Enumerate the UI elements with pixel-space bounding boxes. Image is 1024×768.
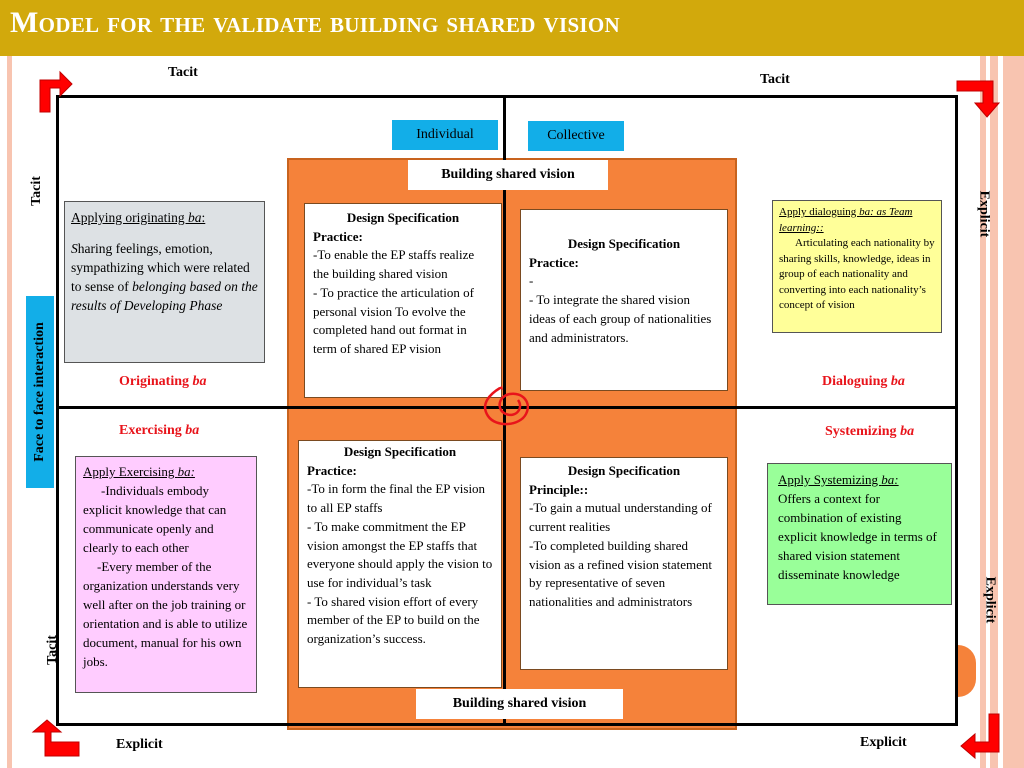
orange-semicircle	[958, 645, 976, 697]
collective-tag: Collective	[528, 121, 624, 151]
systemizing-text: Systemizing	[825, 424, 901, 439]
originating-ba: ba	[192, 374, 207, 389]
dialoguing-ba-label: Dialoguing ba	[822, 374, 905, 390]
red-spiral-annotation-icon	[483, 386, 529, 426]
axis-label-bottom-right: Explicit	[860, 735, 907, 750]
design-spec-line: - To practice the articulation of person…	[313, 284, 474, 356]
design-spec-heading: Design Specification	[567, 236, 681, 251]
systemizing-note: Apply Systemizing ba: Offers a context f…	[767, 463, 952, 605]
design-spec-subheading: Practice:	[313, 228, 363, 244]
design-spec-subheading: Principle::	[529, 481, 589, 497]
left-stripe	[7, 56, 12, 768]
exercising-text: Exercising	[119, 423, 186, 438]
axis-label-right-bottom: Explicit	[982, 576, 998, 624]
axis-label-left-bottom: Tacit	[44, 635, 60, 665]
design-spec-line: - To make commitment the EP vision among…	[307, 518, 493, 590]
axis-label-top-right: Tacit	[760, 72, 790, 87]
design-spec-line: - To shared vision effort of every membe…	[307, 593, 480, 647]
design-spec-heading: Design Specification	[343, 444, 457, 459]
design-spec-subheading: Practice:	[529, 254, 579, 270]
originating-text: Originating	[119, 374, 193, 389]
dialoguing-text: Dialoguing	[822, 374, 891, 389]
dialoguing-ba: ba	[890, 374, 905, 389]
design-spec-line: -To in form the final the EP vision to a…	[307, 481, 486, 516]
title-bar: Model for the validate building shared v…	[0, 0, 1024, 56]
design-spec-subheading: Practice:	[307, 462, 357, 478]
dialoguing-note-body: Articulating each nationality by sharing…	[779, 237, 935, 311]
right-stripe-3	[1003, 56, 1024, 768]
design-spec-line: -To completed building shared vision as …	[529, 537, 713, 609]
systemizing-note-body: Offers a context for combination of exis…	[778, 491, 937, 582]
slide-title: Model for the validate building shared v…	[10, 6, 620, 39]
design-spec-line: - To integrate the shared vision ideas o…	[529, 292, 712, 345]
exercising-note-body-1: -Individuals embody explicit knowledge t…	[83, 483, 227, 555]
systemizing-ba-label: Systemizing ba	[825, 424, 914, 440]
originating-note-heading: Applying originating ba:	[71, 210, 206, 225]
exercising-ba-label: Exercising ba	[119, 423, 199, 439]
right-stripe-2	[990, 56, 998, 768]
systemizing-ba: ba	[900, 424, 915, 439]
originating-note: Applying originating ba: Sharing feeling…	[64, 201, 265, 363]
building-shared-vision-top: Building shared vision	[408, 160, 608, 190]
right-stripe-1	[980, 56, 986, 768]
design-spec-heading: Design Specification	[346, 210, 460, 225]
dialoguing-note-heading: Apply dialoguing ba: as Team learning::	[779, 206, 913, 234]
design-spec-bottom-right: Design Specification Principle:: -To gai…	[520, 457, 728, 670]
exercising-ba: ba	[185, 423, 200, 438]
exercising-note: Apply Exercising ba: -Individuals embody…	[75, 456, 257, 693]
design-spec-top-right: Design Specification Practice: - - To in…	[520, 209, 728, 391]
face-to-face-tag: Face to face interaction	[26, 296, 54, 488]
axis-label-left-top: Tacit	[28, 176, 44, 206]
originating-ba-label: Originating ba	[119, 374, 207, 390]
arrow-top-left-bent-right-icon	[39, 70, 73, 113]
axis-label-top-left: Tacit	[168, 65, 198, 80]
design-spec-line: -To gain a mutual understanding of curre…	[529, 500, 712, 535]
individual-tag: Individual	[392, 120, 498, 150]
design-spec-top-left: Design Specification Practice: -To enabl…	[304, 203, 502, 398]
systemizing-note-heading: Apply Systemizing ba:	[778, 472, 899, 487]
arrow-top-right-bent-down-icon	[956, 80, 1001, 118]
axis-label-bottom-left: Explicit	[116, 737, 163, 752]
design-spec-line: -	[529, 273, 534, 289]
originating-note-body: Sharing feelings, emotion, sympathizing …	[71, 241, 258, 313]
exercising-note-heading: Apply Exercising ba:	[83, 464, 195, 479]
design-spec-bottom-left: Design Specification Practice: -To in fo…	[298, 440, 502, 688]
design-spec-heading: Design Specification	[567, 463, 681, 478]
axis-label-right-top: Explicit	[976, 190, 992, 238]
design-spec-line: -To enable the EP staffs realize the bui…	[313, 247, 475, 282]
arrow-bottom-left-bent-up-icon	[31, 719, 80, 757]
face-to-face-label: Face to face interaction	[32, 322, 47, 462]
arrow-bottom-right-bent-left-icon	[960, 713, 1000, 760]
dialoguing-note: Apply dialoguing ba: as Team learning:: …	[772, 200, 942, 333]
building-shared-vision-bottom: Building shared vision	[416, 689, 623, 719]
exercising-note-body-2: -Every member of the organization unders…	[83, 559, 248, 669]
